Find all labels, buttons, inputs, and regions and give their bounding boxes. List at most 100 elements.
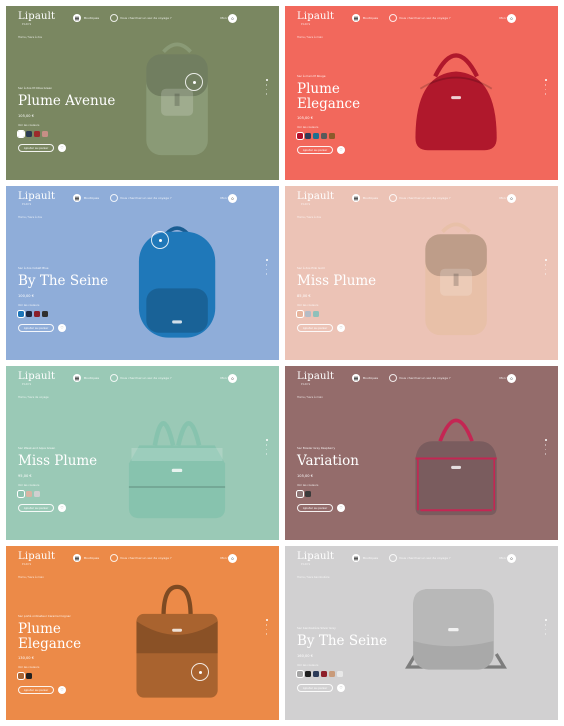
nav-boutiques-link[interactable]: Boutiques <box>363 556 378 560</box>
add-to-cart-button[interactable]: Ajouter au panier <box>297 684 333 692</box>
carousel-dot[interactable] <box>265 79 268 82</box>
search-icon[interactable] <box>110 554 118 562</box>
carousel-dot[interactable] <box>265 84 268 86</box>
cart-button[interactable]: 0 <box>228 14 237 23</box>
carousel-dot[interactable] <box>265 268 268 271</box>
color-swatch[interactable] <box>329 133 335 139</box>
nav-boutiques-link[interactable]: Boutiques <box>84 16 99 20</box>
color-swatch[interactable] <box>313 311 319 317</box>
carousel-dot[interactable] <box>544 264 547 266</box>
color-swatch[interactable] <box>305 133 311 139</box>
brand-logo[interactable]: Lipault <box>297 192 334 202</box>
nav-boutiques-link[interactable]: Boutiques <box>84 556 99 560</box>
nav-boutiques-link[interactable]: Boutiques <box>363 376 378 380</box>
hotspot-circle-icon[interactable] <box>191 663 209 681</box>
color-swatch[interactable] <box>16 309 26 319</box>
search-input[interactable]: Vous cherchez un sac de voyage ? <box>120 376 172 380</box>
nav-boutiques-link[interactable]: Boutiques <box>363 196 378 200</box>
carousel-dot[interactable] <box>265 93 268 95</box>
carousel-dot[interactable] <box>265 628 268 631</box>
color-swatch[interactable] <box>313 671 319 677</box>
color-swatch[interactable] <box>295 669 305 679</box>
add-to-cart-button[interactable]: Ajouter au panier <box>297 146 333 154</box>
color-swatch[interactable] <box>16 671 26 681</box>
search-input[interactable]: Vous cherchez un sac de voyage ? <box>399 556 451 560</box>
add-to-cart-button[interactable]: Ajouter au panier <box>18 144 54 152</box>
search-icon[interactable] <box>389 194 397 202</box>
carousel-dot[interactable] <box>544 88 547 91</box>
carousel-dot[interactable] <box>265 259 268 262</box>
color-swatch[interactable] <box>34 311 40 317</box>
menu-icon[interactable] <box>352 14 360 22</box>
search-icon[interactable] <box>110 374 118 382</box>
cart-button[interactable]: 0 <box>507 14 516 23</box>
carousel-dot[interactable] <box>544 444 547 446</box>
carousel-dot[interactable] <box>544 453 547 455</box>
nav-boutiques-link[interactable]: Boutiques <box>84 376 99 380</box>
color-swatch[interactable] <box>16 489 26 499</box>
color-swatch[interactable] <box>16 129 26 139</box>
carousel-dot[interactable] <box>544 628 547 631</box>
search-input[interactable]: Vous cherchez un sac de voyage ? <box>399 196 451 200</box>
color-swatch[interactable] <box>313 133 319 139</box>
carousel-dot[interactable] <box>265 264 268 266</box>
wishlist-heart-icon[interactable]: ♡ <box>337 684 345 692</box>
brand-logo[interactable]: Lipault <box>297 12 334 22</box>
brand-logo[interactable]: Lipault <box>18 12 55 22</box>
carousel-dot[interactable] <box>544 439 547 442</box>
carousel-dot[interactable] <box>544 273 547 275</box>
search-icon[interactable] <box>110 194 118 202</box>
menu-icon[interactable] <box>352 374 360 382</box>
wishlist-heart-icon[interactable]: ♡ <box>337 146 345 154</box>
search-input[interactable]: Vous cherchez un sac de voyage ? <box>120 196 172 200</box>
search-icon[interactable] <box>389 554 397 562</box>
search-icon[interactable] <box>389 374 397 382</box>
color-swatch[interactable] <box>26 491 32 497</box>
color-swatch[interactable] <box>26 131 32 137</box>
breadcrumb[interactable]: Home / Sacs à main <box>297 36 323 39</box>
menu-icon[interactable] <box>352 554 360 562</box>
search-input[interactable]: Vous cherchez un sac de voyage ? <box>399 376 451 380</box>
brand-logo[interactable]: Lipault <box>18 372 55 382</box>
menu-icon[interactable] <box>352 194 360 202</box>
add-to-cart-button[interactable]: Ajouter au panier <box>297 324 333 332</box>
breadcrumb[interactable]: Home / Sacs à dos <box>18 36 42 39</box>
breadcrumb[interactable]: Home / Sacs à main <box>18 576 44 579</box>
carousel-dot[interactable] <box>265 624 268 626</box>
carousel-dot[interactable] <box>544 619 547 622</box>
hotspot-circle-icon[interactable] <box>185 73 203 91</box>
carousel-dot[interactable] <box>265 88 268 91</box>
wishlist-heart-icon[interactable]: ♡ <box>337 324 345 332</box>
carousel-dot[interactable] <box>265 619 268 622</box>
color-swatch[interactable] <box>34 131 40 137</box>
brand-logo[interactable]: Lipault <box>18 192 55 202</box>
carousel-dot[interactable] <box>265 453 268 455</box>
carousel-dot[interactable] <box>544 448 547 451</box>
add-to-cart-button[interactable]: Ajouter au panier <box>18 324 54 332</box>
carousel-dot[interactable] <box>544 93 547 95</box>
add-to-cart-button[interactable]: Ajouter au panier <box>18 504 54 512</box>
hotspot-circle-icon[interactable] <box>151 231 169 249</box>
brand-logo[interactable]: Lipault <box>297 552 334 562</box>
color-swatch[interactable] <box>34 491 40 497</box>
carousel-dot[interactable] <box>544 84 547 86</box>
wishlist-heart-icon[interactable]: ♡ <box>58 324 66 332</box>
carousel-dot[interactable] <box>544 633 547 635</box>
search-input[interactable]: Vous cherchez un sac de voyage ? <box>399 16 451 20</box>
color-swatch[interactable] <box>295 489 305 499</box>
breadcrumb[interactable]: Home / Sacs à main <box>297 396 323 399</box>
menu-icon[interactable] <box>73 194 81 202</box>
carousel-dot[interactable] <box>265 273 268 275</box>
carousel-dot[interactable] <box>544 79 547 82</box>
breadcrumb[interactable]: Home / Sacs de voyage <box>18 396 49 399</box>
nav-boutiques-link[interactable]: Boutiques <box>84 196 99 200</box>
color-swatch[interactable] <box>305 491 311 497</box>
wishlist-heart-icon[interactable]: ♡ <box>58 686 66 694</box>
add-to-cart-button[interactable]: Ajouter au panier <box>18 686 54 694</box>
carousel-dot[interactable] <box>544 259 547 262</box>
color-swatch[interactable] <box>329 671 335 677</box>
color-swatch[interactable] <box>26 311 32 317</box>
carousel-dot[interactable] <box>265 633 268 635</box>
color-swatch[interactable] <box>42 131 48 137</box>
search-input[interactable]: Vous cherchez un sac de voyage ? <box>120 556 172 560</box>
